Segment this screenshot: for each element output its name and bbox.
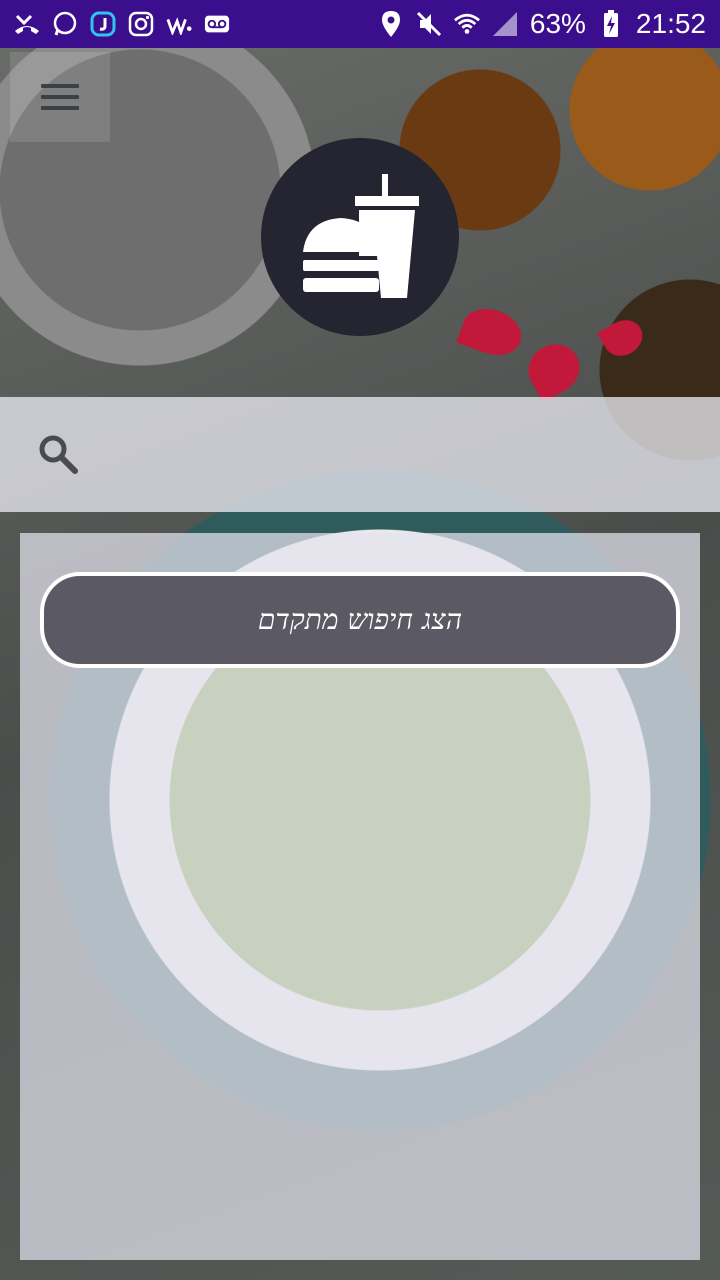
signal-icon xyxy=(492,11,518,37)
advanced-search-button[interactable]: הצג חיפוש מתקדם xyxy=(40,572,680,668)
voicemail-icon xyxy=(204,11,230,37)
burger-drink-logo-icon xyxy=(303,174,419,298)
battery-icon xyxy=(598,10,624,37)
missed-call-icon xyxy=(14,11,40,37)
waze-icon xyxy=(166,11,192,37)
menu-button[interactable] xyxy=(10,52,110,142)
status-bar: 63% 21:52 xyxy=(0,0,720,48)
whatsapp-icon xyxy=(52,11,78,37)
location-icon xyxy=(378,11,404,37)
app-logo xyxy=(261,138,459,336)
app-j-icon xyxy=(90,11,116,37)
search-icon[interactable] xyxy=(36,432,80,476)
battery-percent: 63% xyxy=(529,8,586,39)
search-bar[interactable] xyxy=(0,397,720,512)
instagram-icon xyxy=(128,11,154,37)
wifi-icon xyxy=(453,11,480,37)
status-time: 21:52 xyxy=(635,8,706,39)
mute-icon xyxy=(416,11,442,37)
hamburger-menu-icon xyxy=(41,84,79,110)
